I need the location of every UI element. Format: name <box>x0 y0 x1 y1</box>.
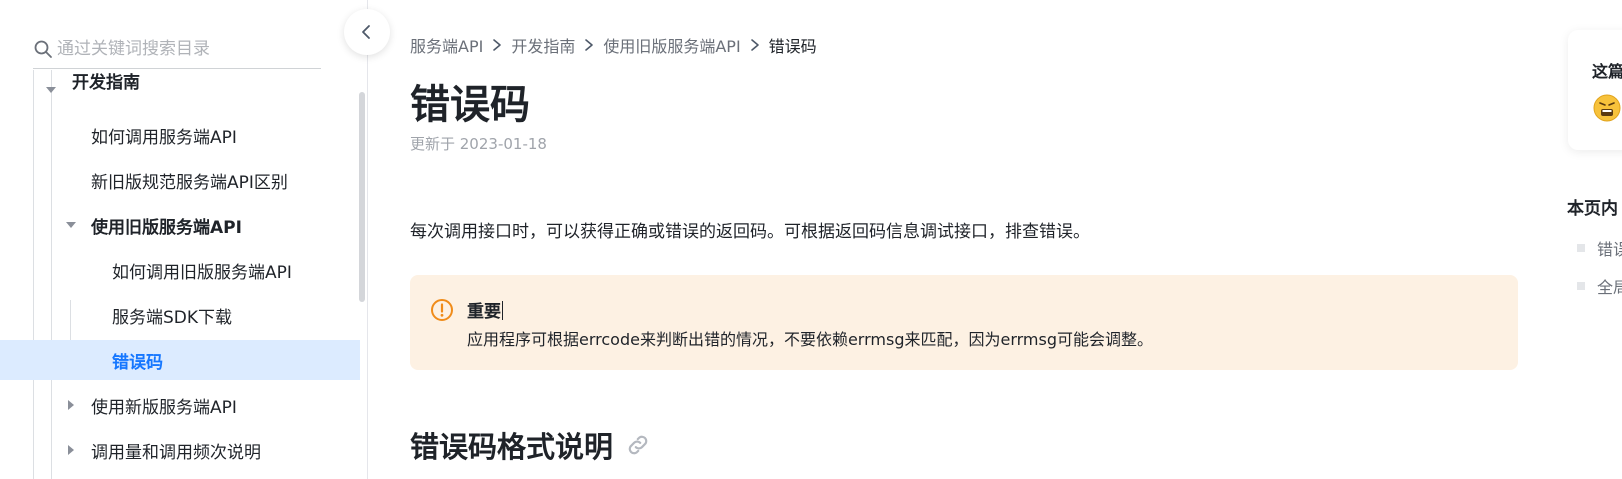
breadcrumb-item[interactable]: 使用旧版服务端API <box>603 33 740 57</box>
intro-paragraph: 每次调用接口时，可以获得正确或错误的返回码。可根据返回码信息调试接口，排查错误。 <box>410 222 1090 242</box>
important-callout: 重要 应用程序可根据errcode来判断出错的情况，不要依赖errmsg来匹配，… <box>410 275 1518 370</box>
updated-date: 更新于 2023-01-18 <box>410 135 547 153</box>
catalog-tree: 开发指南 如何调用服务端API 新旧版规范服务端API区别 使用旧版服务端API… <box>0 70 360 479</box>
link-icon[interactable] <box>625 432 651 458</box>
section-heading: 错误码格式说明 <box>410 424 651 466</box>
main-content: 服务端API 开发指南 使用旧版服务端API 错误码 错误码 更新于 2023-… <box>410 0 1520 479</box>
chevron-right-icon <box>492 38 502 52</box>
toc-item-label: 全局 <box>1597 278 1622 297</box>
section-heading-text: 错误码格式说明 <box>410 430 614 464</box>
sidebar-item-api-diff[interactable]: 新旧版规范服务端API区别 <box>0 160 360 200</box>
toc-bullet <box>1577 244 1585 252</box>
warning-icon <box>431 299 453 321</box>
sidebar-item-rate-limits[interactable]: 调用量和调用频次说明 <box>0 430 360 470</box>
toc-item[interactable]: 全局 <box>1577 274 1622 298</box>
collapse-sidebar-button[interactable] <box>344 9 390 55</box>
toc-item-label: 错误 <box>1597 240 1622 259</box>
text-cursor <box>502 301 503 320</box>
caret-down-icon[interactable] <box>46 87 56 93</box>
sidebar-item-label: 使用旧版服务端API <box>91 217 242 238</box>
page-title: 错误码 <box>410 82 530 128</box>
toc-title: 本页内 <box>1567 199 1618 219</box>
sidebar-item-call-api[interactable]: 如何调用服务端API <box>0 115 360 155</box>
sidebar-item-label: 如何调用旧版服务端API <box>112 262 292 283</box>
sidebar-scrollbar[interactable] <box>359 92 365 302</box>
sidebar-item-label: 调用量和调用频次说明 <box>91 442 261 463</box>
sidebar-item-label: 如何调用服务端API <box>91 127 237 148</box>
breadcrumb-item[interactable]: 开发指南 <box>511 33 575 57</box>
chevron-right-icon <box>584 38 594 52</box>
search-input[interactable] <box>57 39 307 59</box>
search-box[interactable] <box>33 30 321 69</box>
toc-item[interactable]: 错误 <box>1577 236 1622 260</box>
callout-body: 应用程序可根据errcode来判断出错的情况，不要依赖errmsg来匹配，因为e… <box>467 330 1153 349</box>
sidebar-item-legacy-api[interactable]: 使用旧版服务端API <box>0 205 360 245</box>
sidebar-item-error-codes[interactable]: 错误码 <box>0 340 360 380</box>
feedback-title: 这篇 <box>1592 62 1622 81</box>
sidebar-item-sdk-download[interactable]: 服务端SDK下载 <box>0 295 360 335</box>
chevron-left-icon <box>362 25 370 39</box>
breadcrumb-current: 错误码 <box>768 37 817 56</box>
emoji-angry-icon[interactable] <box>1592 93 1622 123</box>
callout-title: 重要 <box>467 301 503 322</box>
chevron-right-icon <box>750 38 760 52</box>
feedback-card: 这篇 <box>1568 30 1622 150</box>
breadcrumb-item[interactable]: 服务端API <box>410 33 483 57</box>
sidebar-item-label: 服务端SDK下载 <box>112 307 233 328</box>
sidebar: 开发指南 如何调用服务端API 新旧版规范服务端API区别 使用旧版服务端API… <box>0 0 368 479</box>
sidebar-item-call-legacy-api[interactable]: 如何调用旧版服务端API <box>0 250 360 290</box>
sidebar-item-new-api[interactable]: 使用新版服务端API <box>0 385 360 425</box>
breadcrumb: 服务端API 开发指南 使用旧版服务端API 错误码 <box>410 33 817 57</box>
toc-bullet <box>1577 282 1585 290</box>
caret-right-icon[interactable] <box>68 400 74 410</box>
sidebar-item-label: 新旧版规范服务端API区别 <box>91 172 288 193</box>
caret-down-icon[interactable] <box>66 222 76 228</box>
sidebar-item-label: 开发指南 <box>72 73 140 93</box>
sidebar-item-label: 使用新版服务端API <box>91 397 237 418</box>
search-icon <box>34 40 52 58</box>
caret-right-icon[interactable] <box>68 445 74 455</box>
sidebar-item-label: 错误码 <box>112 352 163 373</box>
sidebar-item-dev-guide[interactable]: 开发指南 <box>0 70 360 110</box>
